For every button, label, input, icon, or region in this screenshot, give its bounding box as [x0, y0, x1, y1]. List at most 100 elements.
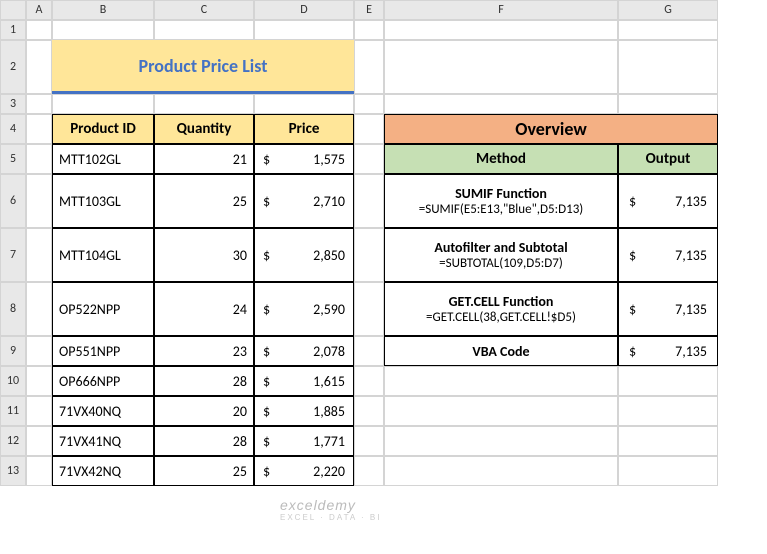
cell[interactable] [354, 144, 384, 174]
row-header-11[interactable]: 11 [0, 396, 26, 426]
product-id-cell[interactable]: OP522NPP [52, 282, 154, 336]
header-product-id[interactable]: Product ID [52, 114, 154, 144]
price-cell[interactable]: $2,220 [254, 456, 354, 486]
price-cell[interactable]: $2,590 [254, 282, 354, 336]
cell[interactable] [26, 174, 52, 228]
quantity-cell[interactable]: 28 [154, 426, 254, 456]
cell[interactable] [26, 228, 52, 282]
col-header-C[interactable]: C [154, 0, 254, 20]
cell[interactable] [354, 336, 384, 366]
cell[interactable] [154, 20, 254, 40]
quantity-cell[interactable]: 24 [154, 282, 254, 336]
overview-method-header[interactable]: Method [384, 144, 618, 174]
overview-output-header[interactable]: Output [618, 144, 718, 174]
overview-header[interactable]: Overview [384, 114, 718, 144]
cell[interactable] [26, 456, 52, 486]
cell[interactable] [26, 426, 52, 456]
header-price[interactable]: Price [254, 114, 354, 144]
price-cell[interactable]: $1,615 [254, 366, 354, 396]
cell[interactable] [354, 114, 384, 144]
quantity-cell[interactable]: 28 [154, 366, 254, 396]
cell[interactable] [384, 426, 618, 456]
cell[interactable] [618, 366, 718, 396]
method-cell[interactable]: Autofilter and Subtotal=SUBTOTAL(109,D5:… [384, 228, 618, 282]
header-quantity[interactable]: Quantity [154, 114, 254, 144]
cell[interactable] [354, 456, 384, 486]
col-header-F[interactable]: F [384, 0, 618, 20]
quantity-cell[interactable]: 23 [154, 336, 254, 366]
method-cell[interactable]: GET.CELL Function=GET.CELL(38,GET.CELL!$… [384, 282, 618, 336]
cell[interactable] [618, 40, 718, 94]
price-cell[interactable]: $2,710 [254, 174, 354, 228]
product-id-cell[interactable]: 71VX42NQ [52, 456, 154, 486]
cell[interactable] [354, 282, 384, 336]
price-cell[interactable]: $2,850 [254, 228, 354, 282]
product-id-cell[interactable]: MTT104GL [52, 228, 154, 282]
row-header-8[interactable]: 8 [0, 282, 26, 336]
cell[interactable] [354, 94, 384, 114]
cell[interactable] [354, 20, 384, 40]
quantity-cell[interactable]: 25 [154, 174, 254, 228]
cell[interactable] [618, 20, 718, 40]
col-header-E[interactable]: E [354, 0, 384, 20]
product-id-cell[interactable]: OP551NPP [52, 336, 154, 366]
method-cell[interactable]: SUMIF Function=SUMIF(E5:E13,"Blue",D5:D1… [384, 174, 618, 228]
row-header-3[interactable]: 3 [0, 94, 26, 114]
row-header-9[interactable]: 9 [0, 336, 26, 366]
cell[interactable] [26, 144, 52, 174]
quantity-cell[interactable]: 30 [154, 228, 254, 282]
row-header-4[interactable]: 4 [0, 114, 26, 144]
cell[interactable] [384, 396, 618, 426]
cell[interactable] [52, 20, 154, 40]
cell[interactable] [354, 174, 384, 228]
price-cell[interactable]: $2,078 [254, 336, 354, 366]
output-cell[interactable]: $7,135 [618, 282, 718, 336]
cell[interactable] [154, 94, 254, 114]
quantity-cell[interactable]: 20 [154, 396, 254, 426]
price-cell[interactable]: $1,771 [254, 426, 354, 456]
cell[interactable] [618, 94, 718, 114]
cell[interactable] [618, 396, 718, 426]
cell[interactable] [26, 40, 52, 94]
cell[interactable] [26, 94, 52, 114]
cell[interactable] [354, 40, 384, 94]
col-header-D[interactable]: D [254, 0, 354, 20]
row-header-1[interactable]: 1 [0, 20, 26, 40]
output-cell[interactable]: $7,135 [618, 174, 718, 228]
cell[interactable] [26, 114, 52, 144]
cell[interactable] [354, 396, 384, 426]
price-cell[interactable]: $1,885 [254, 396, 354, 426]
cell[interactable] [384, 20, 618, 40]
cell[interactable] [254, 20, 354, 40]
product-id-cell[interactable]: MTT103GL [52, 174, 154, 228]
product-id-cell[interactable]: 71VX40NQ [52, 396, 154, 426]
cell[interactable] [254, 94, 354, 114]
cell[interactable] [354, 228, 384, 282]
cell[interactable] [26, 336, 52, 366]
row-header-12[interactable]: 12 [0, 426, 26, 456]
cell[interactable] [26, 396, 52, 426]
product-id-cell[interactable]: MTT102GL [52, 144, 154, 174]
cell[interactable] [618, 456, 718, 486]
row-header-10[interactable]: 10 [0, 366, 26, 396]
price-cell[interactable]: $1,575 [254, 144, 354, 174]
col-header-G[interactable]: G [618, 0, 718, 20]
cell[interactable] [26, 20, 52, 40]
row-header-13[interactable]: 13 [0, 456, 26, 486]
cell[interactable] [26, 366, 52, 396]
output-cell[interactable]: $7,135 [618, 336, 718, 366]
row-header-6[interactable]: 6 [0, 174, 26, 228]
title-cell[interactable]: Product Price List [52, 40, 354, 94]
cell[interactable] [384, 94, 618, 114]
select-all-corner[interactable] [0, 0, 26, 20]
cell[interactable] [384, 366, 618, 396]
cell[interactable] [384, 456, 618, 486]
row-header-5[interactable]: 5 [0, 144, 26, 174]
cell[interactable] [354, 366, 384, 396]
cell[interactable] [618, 426, 718, 456]
row-header-2[interactable]: 2 [0, 40, 26, 94]
cell[interactable] [354, 426, 384, 456]
cell[interactable] [52, 94, 154, 114]
quantity-cell[interactable]: 21 [154, 144, 254, 174]
product-id-cell[interactable]: 71VX41NQ [52, 426, 154, 456]
